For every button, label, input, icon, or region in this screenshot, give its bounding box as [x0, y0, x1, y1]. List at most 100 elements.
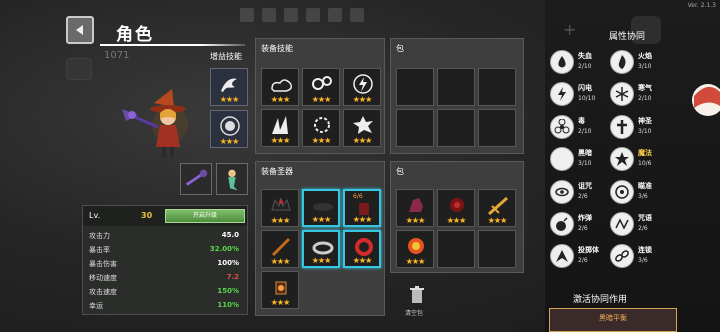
- synergy-name: 诅咒: [578, 182, 592, 190]
- burst-skill-icon: [314, 117, 330, 133]
- relic-bag-slot-2[interactable]: ★★★: [437, 189, 475, 227]
- stat-value: 7.2: [226, 273, 239, 281]
- synergy-item[interactable]: 神圣 3/10: [610, 113, 680, 143]
- synergy-value: 10/6: [638, 160, 652, 167]
- faded-plus-icon: +: [563, 20, 577, 39]
- back-arrow-icon: [76, 25, 83, 35]
- synergy-name: 神圣: [638, 117, 652, 125]
- wind-spirit-icon: [221, 78, 237, 92]
- boost-slot-1[interactable]: ★★★: [210, 68, 248, 106]
- equipped-skill-5[interactable]: ★★★: [302, 109, 340, 147]
- equipped-skill-3[interactable]: ★★★: [343, 68, 381, 106]
- upgrade-button[interactable]: 开启升级: [165, 209, 245, 223]
- synergy-value: 10/10: [578, 95, 596, 102]
- relic-bag-slot-1[interactable]: ★★★: [396, 189, 434, 227]
- relic-bag-slot-5[interactable]: [437, 230, 475, 268]
- stat-key: 暴击伤害: [89, 260, 117, 268]
- blood-drop-icon: [550, 50, 574, 74]
- synergy-value: 2/10: [578, 128, 592, 135]
- red-loop-relic-icon: [355, 238, 373, 256]
- lantern-relic-icon: [275, 281, 287, 295]
- spell-icon: [610, 212, 634, 236]
- synergy-value: 3/10: [638, 128, 652, 135]
- synergy-name: 毒: [578, 117, 585, 125]
- equipped-skill-1[interactable]: ★★★: [261, 68, 299, 106]
- projectile-icon: [550, 244, 574, 268]
- dark-crescent-icon: [550, 147, 574, 171]
- fire-orb-relic-icon: [408, 238, 424, 254]
- synergy-name: 寒气: [638, 84, 652, 92]
- skills-bag-title: 包: [396, 44, 404, 53]
- skill-bag-slot-3[interactable]: [478, 68, 516, 106]
- equipped-relic-4[interactable]: ★★★: [261, 230, 299, 268]
- peeking-character: [692, 84, 720, 116]
- equipped-relic-5[interactable]: ★★★: [302, 230, 340, 268]
- synergy-item[interactable]: 瞄准 3/6: [610, 178, 680, 208]
- target-icon: [610, 180, 634, 204]
- mermaid-pet-icon: [228, 169, 238, 191]
- synergy-item[interactable]: 咒语 2/6: [610, 210, 680, 240]
- synergy-item[interactable]: 魔法 10/6: [610, 145, 680, 175]
- stat-key: 幸运: [89, 302, 103, 310]
- weapon-icon: [185, 169, 208, 186]
- stat-key: 移动速度: [89, 274, 117, 282]
- back-button[interactable]: [66, 16, 94, 44]
- synergy-value: 2/6: [578, 257, 588, 264]
- synergy-name: 瞄准: [638, 182, 652, 190]
- trash-icon[interactable]: [407, 286, 427, 304]
- curse-eye-icon: [550, 180, 574, 204]
- level-value: 30: [141, 211, 153, 220]
- spike-skill-icon: [272, 116, 288, 134]
- chain-icon: [610, 244, 634, 268]
- skill-bag-slot-4[interactable]: [396, 109, 434, 147]
- weapon-slot[interactable]: [180, 163, 212, 195]
- pet-slot[interactable]: [216, 163, 248, 195]
- equipped-relic-7[interactable]: ★★★: [261, 271, 299, 309]
- witch-character: [122, 89, 188, 157]
- skill-bag-slot-1[interactable]: [396, 68, 434, 106]
- equipped-skill-4[interactable]: ★★★: [261, 109, 299, 147]
- faded-menu-icon: [66, 58, 92, 80]
- dark-hat-relic-icon: [313, 203, 333, 211]
- stat-key: 暴击率: [89, 246, 110, 254]
- equipped-skill-2[interactable]: ★★★: [302, 68, 340, 106]
- equipped-relic-2[interactable]: ★★★: [302, 189, 340, 227]
- stats-header: Lv. 30 开启升级: [83, 206, 247, 226]
- stat-key: 攻击力: [89, 232, 110, 240]
- stats-panel: Lv. 30 开启升级 攻击力 45.0 暴击率 32.00% 暴击伤害 100% 移动速度…: [82, 205, 248, 315]
- synergy-name: 黑暗: [578, 149, 592, 157]
- synergy-item[interactable]: 连锁 3/6: [610, 242, 680, 272]
- relic-bag-slot-3[interactable]: ★★★: [478, 189, 516, 227]
- page-title-text: 角色: [116, 25, 154, 45]
- skill-bag-slot-5[interactable]: [437, 109, 475, 147]
- stat-row: 暴击率 32.00%: [89, 245, 243, 257]
- boost-slot-2[interactable]: ★★★: [210, 110, 248, 148]
- active-synergy-bar[interactable]: 黑暗平衡: [549, 308, 677, 332]
- synergy-name: 火焰: [638, 52, 652, 60]
- relic-bag-slot-6[interactable]: [478, 230, 516, 268]
- relics-bag-title: 包: [396, 167, 404, 176]
- synergy-value: 3/6: [638, 193, 648, 200]
- synergy-name: 失血: [578, 52, 592, 60]
- stat-row: 攻击力 45.0: [89, 231, 243, 243]
- synergy-item[interactable]: 火焰 3/10: [610, 48, 680, 78]
- bomb-icon: [550, 212, 574, 236]
- lightning-icon: [550, 82, 574, 106]
- equipped-relic-1[interactable]: ★★★: [261, 189, 299, 227]
- stat-key: 攻击速度: [89, 288, 117, 296]
- skill-bag-slot-2[interactable]: [437, 68, 475, 106]
- stat-row: 移动速度 7.2: [89, 273, 243, 285]
- flame-blade-relic-icon: [271, 237, 291, 257]
- synergy-item[interactable]: 寒气 2/10: [610, 80, 680, 110]
- stat-value: 150%: [217, 287, 239, 295]
- skill-bag-slot-6[interactable]: [478, 109, 516, 147]
- equipped-relic-3[interactable]: 6/6 ★★★: [343, 189, 381, 227]
- stat-row: 暴击伤害 100%: [89, 259, 243, 271]
- equipped-skills-title: 装备技能: [261, 44, 293, 53]
- equipped-skill-6[interactable]: ★★★: [343, 109, 381, 147]
- gears-skill-icon: [312, 76, 332, 90]
- boost-skills-label: 增益技能: [210, 52, 242, 61]
- relic-bag-slot-4[interactable]: ★★★: [396, 230, 434, 268]
- equipped-relic-6[interactable]: ★★★: [343, 230, 381, 268]
- synergy-value: 3/6: [638, 257, 648, 264]
